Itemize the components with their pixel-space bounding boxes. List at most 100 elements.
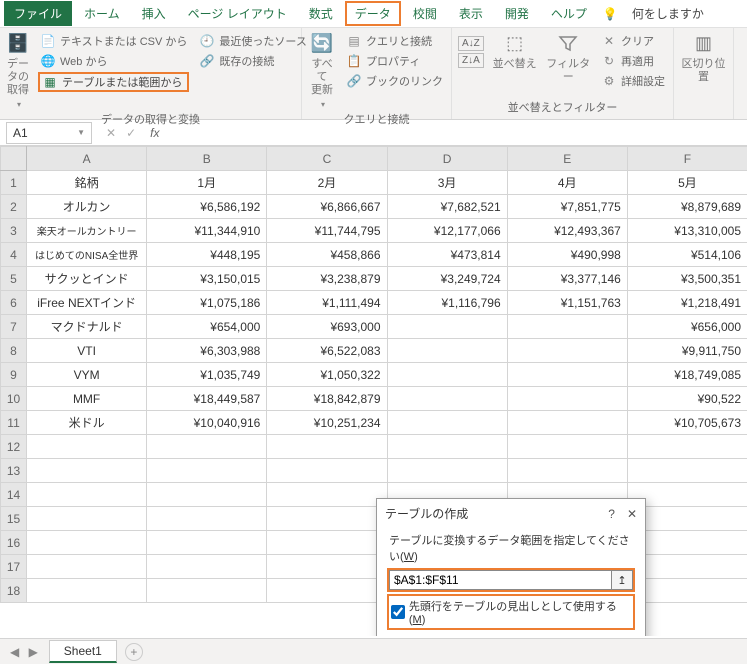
cell[interactable]: ¥7,682,521	[387, 195, 507, 219]
cell[interactable]	[267, 555, 387, 579]
cell[interactable]: ¥1,218,491	[627, 291, 747, 315]
cell[interactable]	[267, 483, 387, 507]
col-header[interactable]: D	[387, 147, 507, 171]
cell[interactable]: 2月	[267, 171, 387, 195]
cell[interactable]	[27, 507, 147, 531]
cell[interactable]: ¥1,151,763	[507, 291, 627, 315]
row-header[interactable]: 4	[1, 243, 27, 267]
cell[interactable]: ¥3,500,351	[627, 267, 747, 291]
from-table-range[interactable]: ▦テーブルまたは範囲から	[38, 72, 189, 92]
col-header[interactable]: A	[27, 147, 147, 171]
cell[interactable]	[147, 435, 267, 459]
cell[interactable]	[27, 483, 147, 507]
cell[interactable]: ¥90,522	[627, 387, 747, 411]
cell[interactable]: ¥10,705,673	[627, 411, 747, 435]
cell[interactable]: 銘柄	[27, 171, 147, 195]
row-header[interactable]: 8	[1, 339, 27, 363]
cell[interactable]: ¥6,866,667	[267, 195, 387, 219]
cell[interactable]	[27, 531, 147, 555]
cell[interactable]: ¥1,116,796	[387, 291, 507, 315]
cell[interactable]	[627, 435, 747, 459]
refresh-all-button[interactable]: 🔄 すべて 更新	[308, 32, 336, 109]
tab-review[interactable]: 校閲	[403, 1, 447, 26]
col-header[interactable]: E	[507, 147, 627, 171]
cell[interactable]: MMF	[27, 387, 147, 411]
tellme[interactable]: 何をしますか	[622, 1, 714, 26]
filter-button[interactable]: フィルター	[545, 32, 591, 84]
cell[interactable]	[507, 363, 627, 387]
tab-file[interactable]: ファイル	[4, 1, 72, 26]
cell[interactable]	[147, 531, 267, 555]
cell[interactable]	[147, 507, 267, 531]
cell[interactable]: ¥8,879,689	[627, 195, 747, 219]
cell[interactable]: ¥11,344,910	[147, 219, 267, 243]
cell[interactable]: ¥1,111,494	[267, 291, 387, 315]
cell[interactable]	[27, 555, 147, 579]
from-web[interactable]: 🌐Web から	[38, 52, 189, 70]
cell[interactable]: オルカン	[27, 195, 147, 219]
cell[interactable]: ¥1,035,749	[147, 363, 267, 387]
cell[interactable]	[387, 339, 507, 363]
row-header[interactable]: 1	[1, 171, 27, 195]
row-header[interactable]: 17	[1, 555, 27, 579]
cell[interactable]: ¥654,000	[147, 315, 267, 339]
tab-data[interactable]: データ	[345, 1, 401, 26]
cell[interactable]	[387, 459, 507, 483]
cell[interactable]: ¥6,586,192	[147, 195, 267, 219]
cell[interactable]	[267, 435, 387, 459]
tab-insert[interactable]: 挿入	[132, 1, 176, 26]
row-header[interactable]: 15	[1, 507, 27, 531]
sort-button[interactable]: ⬚ 並べ替え	[492, 32, 538, 71]
cell[interactable]: はじめてのNISA全世界	[27, 243, 147, 267]
cell[interactable]: ¥12,493,367	[507, 219, 627, 243]
enter-formula-icon[interactable]: ✓	[126, 126, 136, 140]
cell[interactable]	[627, 459, 747, 483]
cell[interactable]	[27, 459, 147, 483]
range-input[interactable]	[389, 570, 611, 590]
header-row-checkbox[interactable]	[391, 605, 405, 619]
tab-help[interactable]: ヘルプ	[541, 1, 597, 26]
cell[interactable]	[147, 555, 267, 579]
range-picker-icon[interactable]: ↥	[611, 570, 633, 590]
cell[interactable]	[147, 483, 267, 507]
cell[interactable]: VYM	[27, 363, 147, 387]
cell[interactable]	[507, 315, 627, 339]
cell[interactable]: ¥1,075,186	[147, 291, 267, 315]
row-header[interactable]: 10	[1, 387, 27, 411]
sheet-tab-nav[interactable]: ◀ ▶	[10, 645, 41, 659]
row-header[interactable]: 12	[1, 435, 27, 459]
cell[interactable]	[387, 435, 507, 459]
close-icon[interactable]: ✕	[627, 507, 637, 521]
recent-sources[interactable]: 🕘最近使ったソース	[197, 32, 308, 50]
cell[interactable]: ¥6,303,988	[147, 339, 267, 363]
worksheet-grid[interactable]: A B C D E F 1銘柄1月2月3月4月5月2オルカン¥6,586,192…	[0, 146, 747, 636]
row-header[interactable]: 16	[1, 531, 27, 555]
row-header[interactable]: 3	[1, 219, 27, 243]
cell[interactable]: ¥12,177,066	[387, 219, 507, 243]
text-to-columns-button[interactable]: ▥ 区切り位置	[680, 32, 727, 84]
cell[interactable]	[27, 435, 147, 459]
cell[interactable]	[147, 459, 267, 483]
cell[interactable]: ¥9,911,750	[627, 339, 747, 363]
existing-connections[interactable]: 🔗既存の接続	[197, 52, 308, 70]
cell[interactable]: 5月	[627, 171, 747, 195]
cell[interactable]: ¥3,238,879	[267, 267, 387, 291]
sort-desc-icon[interactable]: Z↓A	[458, 53, 484, 68]
row-header[interactable]: 7	[1, 315, 27, 339]
cell[interactable]	[507, 411, 627, 435]
col-header[interactable]: C	[267, 147, 387, 171]
cell[interactable]: ¥18,749,085	[627, 363, 747, 387]
add-sheet-button[interactable]: +	[125, 643, 143, 661]
cell[interactable]: ¥13,310,005	[627, 219, 747, 243]
fx-icon[interactable]: fx	[144, 126, 165, 140]
cell[interactable]: ¥18,842,879	[267, 387, 387, 411]
cell[interactable]	[267, 579, 387, 603]
cell[interactable]: ¥3,150,015	[147, 267, 267, 291]
cell[interactable]	[267, 459, 387, 483]
cell[interactable]	[387, 363, 507, 387]
tab-dev[interactable]: 開発	[495, 1, 539, 26]
advanced-filter[interactable]: ⚙詳細設定	[599, 72, 667, 90]
cell[interactable]	[507, 387, 627, 411]
cell[interactable]: ¥1,050,322	[267, 363, 387, 387]
cell[interactable]	[27, 579, 147, 603]
